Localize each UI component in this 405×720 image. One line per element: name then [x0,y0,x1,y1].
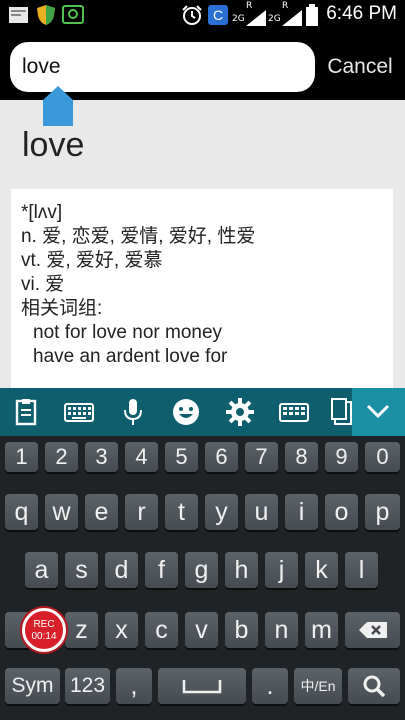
definition-verb-intransitive: vi. 爱 [21,274,65,295]
key-e[interactable]: e [85,494,118,530]
collapse-chevron-icon [366,404,390,419]
battery-icon [306,4,318,26]
phonetic: *[lʌv] [21,202,63,223]
one-hand-icon[interactable] [331,396,353,428]
microphone-icon[interactable] [117,396,149,428]
key-2[interactable]: 2 [45,442,78,472]
key-r[interactable]: r [125,494,158,530]
shield-icon [37,5,55,25]
key-n[interactable]: n [265,612,298,648]
key-5[interactable]: 5 [165,442,198,472]
key-6[interactable]: 6 [205,442,238,472]
key-l[interactable]: l [345,552,378,588]
key-8[interactable]: 8 [285,442,318,472]
emoji-icon[interactable] [170,396,202,428]
app-notification-icon [9,7,28,23]
key-9[interactable]: 9 [325,442,358,472]
key-v[interactable]: v [185,612,218,648]
backspace-icon [359,622,387,638]
key-4[interactable]: 4 [125,442,158,472]
key-comma[interactable]: , [116,668,152,704]
screen-recorder-badge[interactable]: REC 00:14 [22,608,66,652]
key-g[interactable]: g [185,552,218,588]
text-cursor-handle[interactable] [43,86,73,126]
key-3[interactable]: 3 [85,442,118,472]
key-z[interactable]: z [65,612,98,648]
backspace-key[interactable] [345,612,400,648]
collapse-toolbar-button[interactable] [352,388,405,436]
definition-verb-transitive: vt. 爱, 爱好, 爱慕 [21,250,163,271]
key-m[interactable]: m [305,612,338,648]
phrase-item: not for love nor money [33,322,223,343]
key-7[interactable]: 7 [245,442,278,472]
space-key[interactable] [158,668,246,704]
signal-2g-icon: R 2G [232,1,268,28]
phrase-item: have an ardent love for [33,346,228,367]
keyboard-toolbar [0,388,405,436]
keyboard-layout-icon[interactable] [278,396,310,428]
space-bar-icon [182,680,222,694]
key-h[interactable]: h [225,552,258,588]
clock: 6:46 PM [326,3,397,24]
key-j[interactable]: j [265,552,298,588]
search-key[interactable] [348,668,400,704]
alarm-icon [182,5,202,25]
key-p[interactable]: p [365,494,400,530]
key-b[interactable]: b [225,612,258,648]
search-icon [363,675,386,698]
cancel-button[interactable]: Cancel [318,52,402,82]
c-app-icon: C [208,5,228,25]
related-phrases-heading: 相关词组: [21,298,103,319]
status-bar: C R 2G R 2G 6:46 PM [0,0,405,30]
clipboard-icon[interactable] [10,396,42,428]
key-1[interactable]: 1 [5,442,38,472]
key-c[interactable]: c [145,612,178,648]
key-123[interactable]: 123 [65,668,110,704]
key-o[interactable]: o [325,494,358,530]
key-f[interactable]: f [145,552,178,588]
screen-recorder-icon [62,5,84,24]
key-i[interactable]: i [285,494,318,530]
recorder-time: 00:14 [31,631,57,642]
key-t[interactable]: t [165,494,198,530]
key-q[interactable]: q [5,494,38,530]
search-input[interactable] [10,42,315,92]
key-d[interactable]: d [105,552,138,588]
key-k[interactable]: k [305,552,338,588]
key-y[interactable]: y [205,494,238,530]
recorder-label: REC [33,619,55,630]
signal-2g-icon: R 2G [268,1,304,28]
definition-noun: n. 爱, 恋爱, 爱情, 爱好, 性爱 [21,226,256,247]
settings-icon[interactable] [224,396,256,428]
key-u[interactable]: u [245,494,278,530]
key-s[interactable]: s [65,552,98,588]
key-period[interactable]: . [252,668,288,704]
sym-key[interactable]: Sym [5,668,60,704]
headword: love [22,126,85,164]
definition-card: *[lʌv] n. 爱, 恋爱, 爱情, 爱好, 性爱 vt. 爱, 爱好, 爱… [11,189,393,389]
key-a[interactable]: a [25,552,58,588]
svg-text:C: C [213,7,223,23]
key-x[interactable]: x [105,612,138,648]
keyboard-icon[interactable] [63,396,95,428]
language-switch-key[interactable]: 中/En [294,668,342,704]
key-0[interactable]: 0 [365,442,400,472]
key-w[interactable]: w [45,494,78,530]
